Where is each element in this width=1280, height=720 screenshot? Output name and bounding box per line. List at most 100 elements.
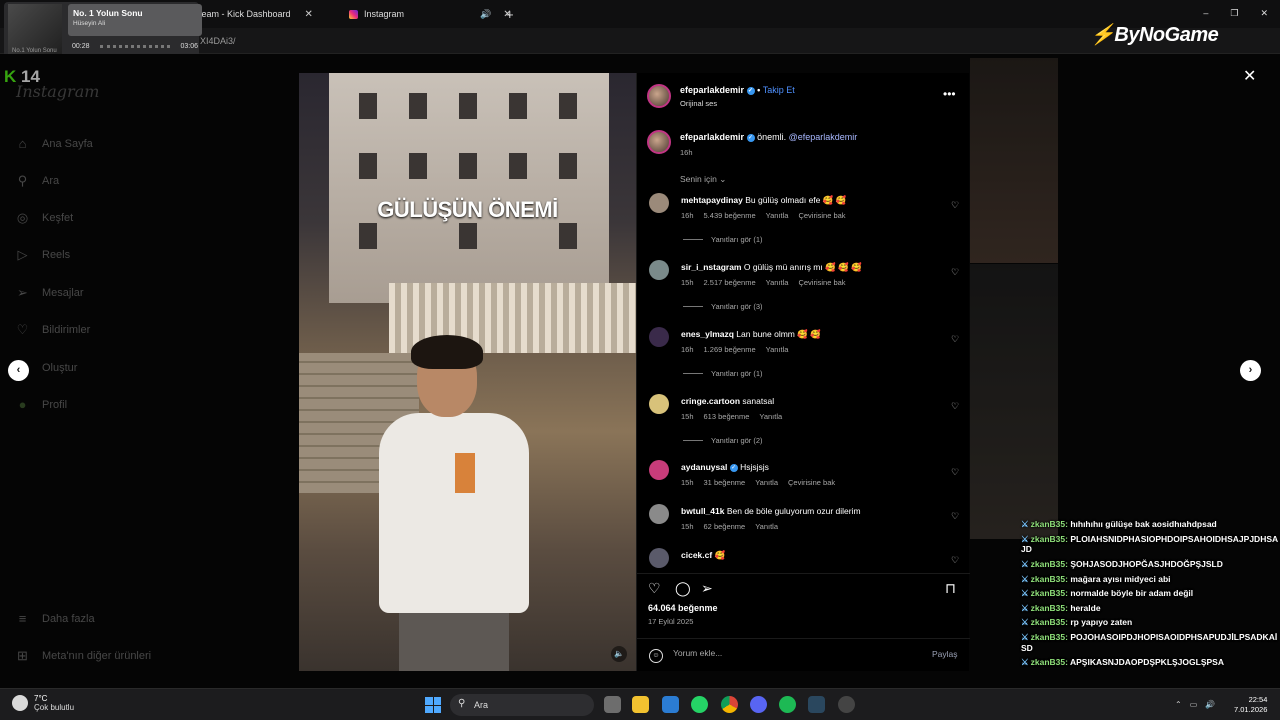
- avatar[interactable]: [649, 260, 669, 280]
- sidebar-item-reels[interactable]: ▷ Reels: [15, 247, 71, 262]
- file-explorer-icon[interactable]: [632, 696, 649, 713]
- reply-button[interactable]: Yanıtla: [766, 278, 789, 287]
- chevron-up-icon[interactable]: ⌃: [1175, 700, 1182, 709]
- discord-icon[interactable]: [750, 696, 767, 713]
- more-options-icon[interactable]: •••: [943, 87, 956, 101]
- taskbar-search[interactable]: ⚲ Ara: [450, 694, 594, 716]
- maximize-button[interactable]: ❐: [1230, 8, 1238, 19]
- volume-icon[interactable]: 🔊: [1205, 700, 1215, 709]
- outlook-icon[interactable]: [662, 696, 679, 713]
- comment-likes[interactable]: 1.269 beğenme: [704, 345, 756, 354]
- media-progress-bar[interactable]: [100, 45, 170, 48]
- like-count[interactable]: 64.064 beğenme: [648, 603, 718, 613]
- comment-likes[interactable]: 62 beğenme: [704, 522, 746, 531]
- comment-username[interactable]: enes_ylmazq: [681, 329, 734, 339]
- reply-button[interactable]: Yanıtla: [755, 478, 778, 487]
- like-comment-icon[interactable]: ♡: [951, 267, 959, 278]
- mute-icon[interactable]: 🔈: [611, 646, 627, 662]
- reply-button[interactable]: Yanıtla: [766, 211, 789, 220]
- comment-username[interactable]: bwtull_41k: [681, 506, 724, 516]
- tab-instagram[interactable]: Instagram 🔊 ✕: [349, 4, 512, 24]
- view-replies-button[interactable]: Yanıtları gör (1): [683, 235, 763, 244]
- comment-username[interactable]: cicek.cf: [681, 550, 712, 560]
- comment-sort-dropdown[interactable]: Senin için ⌄: [680, 174, 726, 185]
- close-tab-icon[interactable]: ✕: [305, 9, 313, 20]
- sidebar-item-profile[interactable]: ● Profil: [15, 397, 68, 412]
- instagram-logo[interactable]: Instagram: [16, 82, 99, 101]
- post-author[interactable]: efeparlakdemir ✓ • Takip Et: [680, 85, 795, 95]
- translate-button[interactable]: Çevirisine bak: [798, 278, 845, 287]
- post-comment-button[interactable]: Paylaş: [932, 649, 958, 659]
- speaker-icon[interactable]: 🔊: [480, 9, 491, 20]
- avatar[interactable]: [649, 548, 669, 568]
- task-view-icon[interactable]: [604, 696, 621, 713]
- avatar[interactable]: [649, 327, 669, 347]
- post-video[interactable]: GÜLÜŞÜN ÖNEMİ 🔈: [299, 73, 636, 671]
- like-comment-icon[interactable]: ♡: [951, 334, 959, 345]
- avatar[interactable]: [649, 504, 669, 524]
- comment-likes[interactable]: 2.517 beğenme: [704, 278, 756, 287]
- like-comment-icon[interactable]: ♡: [951, 467, 959, 478]
- weather-widget[interactable]: 7°C Çok bulutlu: [12, 694, 74, 712]
- sidebar-item-explore[interactable]: ◎ Keşfet: [15, 210, 73, 225]
- reply-button[interactable]: Yanıtla: [759, 412, 782, 421]
- like-comment-icon[interactable]: ♡: [951, 401, 959, 412]
- media-info[interactable]: No. 1 Yolun Sonu Hüseyin Ali: [68, 4, 202, 36]
- network-icon[interactable]: ▭: [1190, 700, 1198, 709]
- comment-username[interactable]: mehtapaydinay: [681, 195, 743, 205]
- like-comment-icon[interactable]: ♡: [951, 555, 959, 566]
- sidebar-item-messages[interactable]: ➢ Mesajlar: [15, 285, 84, 300]
- translate-button[interactable]: Çevirisine bak: [788, 478, 835, 487]
- sidebar-item-home[interactable]: ⌂ Ana Sayfa: [15, 136, 93, 151]
- new-tab-button[interactable]: +: [506, 4, 514, 24]
- sidebar-item-search[interactable]: ⚲ Ara: [15, 173, 59, 188]
- window-close-button[interactable]: ✕: [1260, 8, 1268, 19]
- caption-mention[interactable]: @efeparlakdemir: [789, 132, 858, 142]
- view-replies-button[interactable]: Yanıtları gör (3): [683, 302, 763, 311]
- system-clock[interactable]: 22:54 7.01.2026: [1234, 695, 1267, 715]
- comment-username[interactable]: aydanuysal: [681, 462, 727, 472]
- emoji-icon[interactable]: ☺: [649, 649, 663, 663]
- sidebar-item-notifications[interactable]: ♡ Bildirimler: [15, 322, 91, 337]
- follow-button[interactable]: Takip Et: [763, 85, 795, 95]
- previous-post-button[interactable]: ‹: [8, 360, 29, 381]
- avatar[interactable]: [647, 84, 671, 108]
- like-comment-icon[interactable]: ♡: [951, 511, 959, 522]
- comment-input[interactable]: [673, 648, 903, 658]
- like-icon[interactable]: ♡: [648, 580, 661, 597]
- avatar[interactable]: [649, 193, 669, 213]
- reply-button[interactable]: Yanıtla: [766, 345, 789, 354]
- bookmark-icon[interactable]: ⊓: [945, 580, 956, 597]
- comment-username[interactable]: sir_i_nstagram: [681, 262, 741, 272]
- post-username[interactable]: efeparlakdemir: [680, 85, 744, 95]
- post-audio[interactable]: Orijinal ses: [680, 99, 717, 108]
- caption-username[interactable]: efeparlakdemir: [680, 132, 744, 142]
- comment-likes[interactable]: 5.439 beğenme: [704, 211, 756, 220]
- chrome-icon[interactable]: [721, 696, 738, 713]
- sidebar-item-meta[interactable]: ⊞ Meta'nın diğer ürünleri: [15, 648, 151, 663]
- comment-icon[interactable]: ◯: [675, 580, 691, 597]
- media-progress[interactable]: 00:28 03:06: [72, 43, 198, 50]
- share-icon[interactable]: ➢: [701, 580, 713, 597]
- next-post-button[interactable]: ›: [1240, 360, 1261, 381]
- comment-likes[interactable]: 613 beğenme: [704, 412, 750, 421]
- minimize-button[interactable]: –: [1203, 8, 1208, 19]
- reply-button[interactable]: Yanıtla: [755, 522, 778, 531]
- tab-kick-dashboard[interactable]: Stream - Kick Dashboard ✕: [190, 4, 313, 24]
- translate-button[interactable]: Çevirisine bak: [798, 211, 845, 220]
- avatar[interactable]: [649, 460, 669, 480]
- comment-username[interactable]: cringe.cartoon: [681, 396, 740, 406]
- url-text[interactable]: XI4DAi3/: [200, 36, 236, 46]
- avatar[interactable]: [649, 394, 669, 414]
- steam-icon[interactable]: [808, 696, 825, 713]
- windows-start-icon[interactable]: [425, 697, 441, 713]
- view-replies-button[interactable]: Yanıtları gör (1): [683, 369, 763, 378]
- comment-likes[interactable]: 31 beğenme: [704, 478, 746, 487]
- avatar[interactable]: [647, 130, 671, 154]
- spotify-icon[interactable]: [779, 696, 796, 713]
- whatsapp-icon[interactable]: [691, 696, 708, 713]
- view-replies-button[interactable]: Yanıtları gör (2): [683, 436, 763, 445]
- close-modal-icon[interactable]: ✕: [1243, 66, 1256, 86]
- sidebar-item-more[interactable]: ≡ Daha fazla: [15, 611, 95, 626]
- like-comment-icon[interactable]: ♡: [951, 200, 959, 211]
